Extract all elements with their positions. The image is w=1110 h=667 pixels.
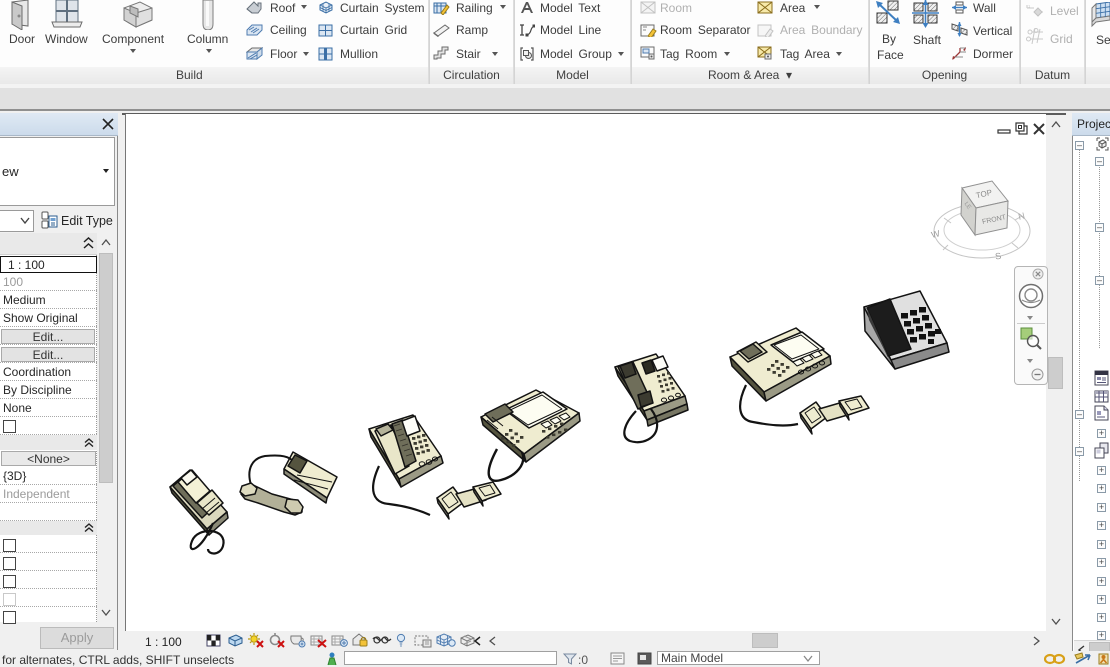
svg-text:S: S [994, 251, 1002, 262]
svg-text:N: N [1017, 211, 1026, 222]
svg-text:W: W [930, 228, 941, 240]
